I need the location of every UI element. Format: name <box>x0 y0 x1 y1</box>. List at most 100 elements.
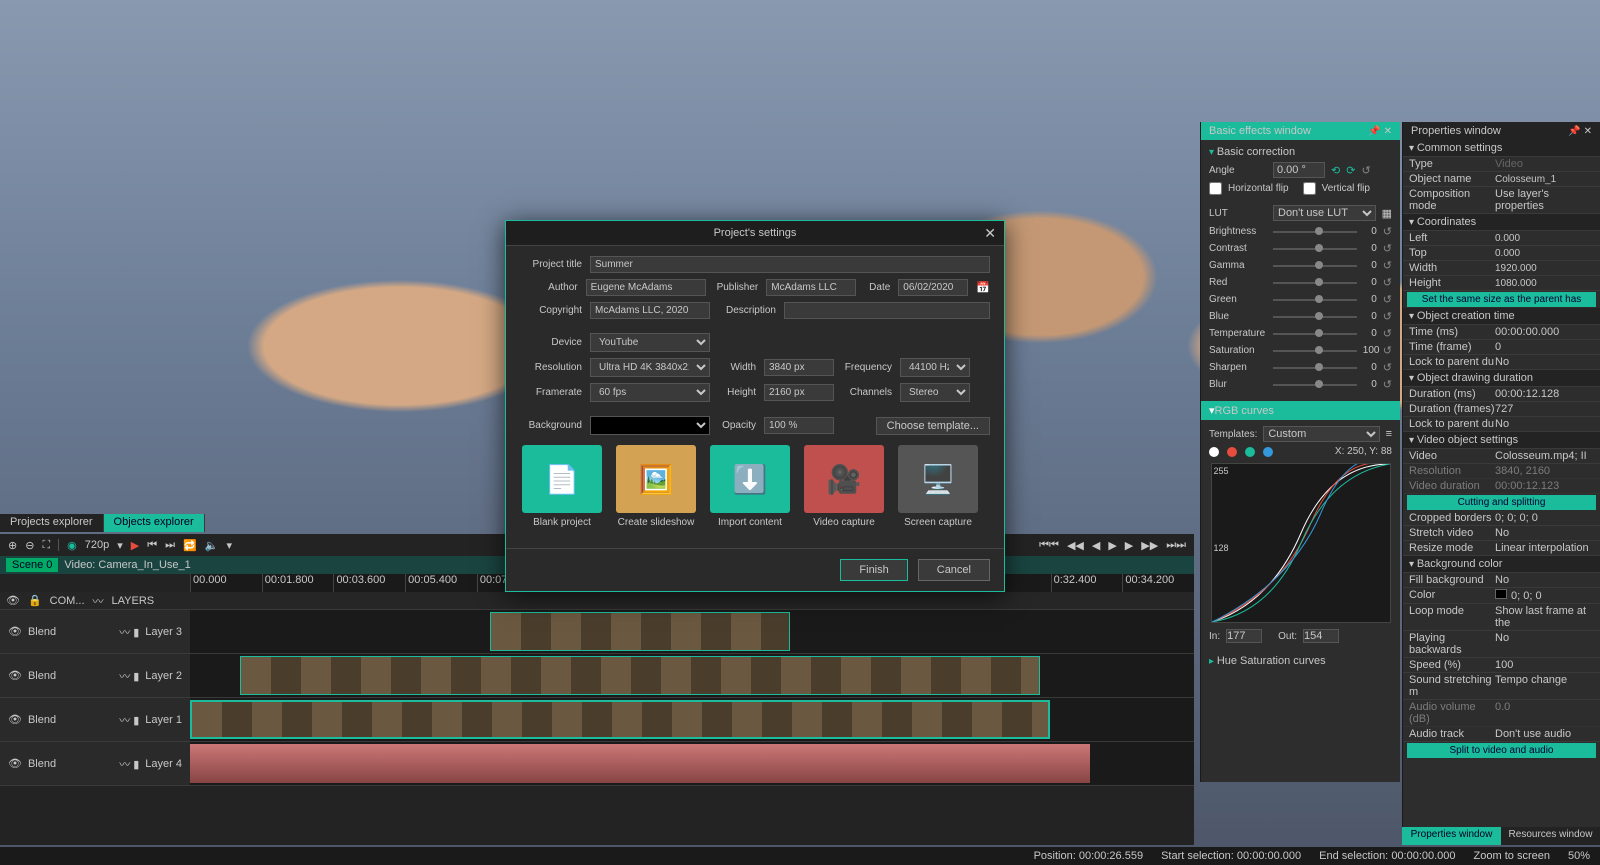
cutting-splitting-button[interactable]: Cutting and splitting <box>1407 495 1596 510</box>
opacity-input[interactable] <box>764 417 834 434</box>
reset-icon[interactable]: ↺ <box>1383 310 1392 323</box>
curves-template-select[interactable]: Custom <box>1263 426 1379 442</box>
date-input[interactable] <box>898 279 968 296</box>
zoom-in-icon[interactable]: ⊕ <box>8 539 17 552</box>
play-icon[interactable]: ▶ <box>131 539 139 552</box>
template-blank-project[interactable]: 📄Blank project <box>520 445 604 528</box>
track-content[interactable] <box>190 698 1194 741</box>
play-icon[interactable]: ▶ <box>1108 539 1116 552</box>
common-settings-group[interactable]: ▾ Common settings <box>1403 140 1600 157</box>
zoom-to-screen-button[interactable]: Zoom to screen <box>1474 850 1550 862</box>
eye-icon[interactable]: 👁 <box>8 625 22 638</box>
choose-template-button[interactable]: Choose template... <box>876 417 990 435</box>
volume-icon[interactable]: 🔈 <box>205 539 219 552</box>
save-icon[interactable]: ≡ <box>1386 428 1392 440</box>
channel-white-icon[interactable] <box>1209 447 1219 457</box>
reset-icon[interactable]: ↺ <box>1383 378 1392 391</box>
curve-in-input[interactable] <box>1226 629 1262 643</box>
description-input[interactable] <box>784 302 990 319</box>
cancel-button[interactable]: Cancel <box>918 559 990 581</box>
contrast-slider[interactable] <box>1273 248 1357 250</box>
track-com[interactable]: COM... <box>50 595 85 607</box>
width-input[interactable] <box>1495 262 1594 274</box>
track-content[interactable]: ost_2 <box>190 742 1194 785</box>
red-slider[interactable] <box>1273 282 1357 284</box>
framerate-select[interactable]: 60 fps <box>590 383 710 402</box>
tab-resources[interactable]: Resources window <box>1501 827 1600 845</box>
temperature-slider[interactable] <box>1273 333 1357 335</box>
gamma-slider[interactable] <box>1273 265 1357 267</box>
top-input[interactable] <box>1495 247 1594 259</box>
rotate-ccw-icon[interactable]: ⟲ <box>1331 164 1340 177</box>
eye-icon[interactable]: 👁 <box>8 757 22 770</box>
reset-icon[interactable]: ↺ <box>1383 293 1392 306</box>
sharpen-slider[interactable] <box>1273 367 1357 369</box>
video-object-group[interactable]: ▾ Video object settings <box>1403 432 1600 449</box>
drawing-duration-group[interactable]: ▾ Object drawing duration <box>1403 370 1600 387</box>
resolution-select[interactable]: Ultra HD 4K 3840x2160 pixels (16 <box>590 358 710 377</box>
track-content[interactable] <box>190 610 1194 653</box>
lut-icon[interactable]: ▦ <box>1382 207 1392 220</box>
reset-icon[interactable]: ↺ <box>1383 361 1392 374</box>
template-create-slideshow[interactable]: 🖼️Create slideshow <box>614 445 698 528</box>
zoom-value[interactable]: 50% <box>1568 850 1590 862</box>
rotate-cw-icon[interactable]: ⟳ <box>1346 164 1355 177</box>
hflip-checkbox[interactable] <box>1209 182 1222 195</box>
calendar-icon[interactable]: 📅 <box>976 281 990 294</box>
rgb-curves-header[interactable]: ▾ RGB curves <box>1201 401 1400 420</box>
channel-blue-icon[interactable] <box>1263 447 1273 457</box>
clip-label[interactable]: Video: Camera_In_Use_1 <box>64 559 190 571</box>
copyright-input[interactable] <box>590 302 710 319</box>
hue-saturation-section[interactable]: ▸ Hue Saturation curves <box>1209 653 1392 669</box>
reset-icon[interactable]: ↺ <box>1383 225 1392 238</box>
object-name-input[interactable] <box>1495 173 1594 185</box>
coordinates-group[interactable]: ▾ Coordinates <box>1403 214 1600 231</box>
eye-icon[interactable]: 👁 <box>8 669 22 682</box>
reset-icon[interactable]: ↺ <box>1383 344 1392 357</box>
tab-objects-explorer[interactable]: Objects explorer <box>104 514 205 532</box>
track-content[interactable] <box>190 654 1194 697</box>
saturation-slider[interactable] <box>1273 350 1357 352</box>
pin-icon[interactable]: 📌 ✕ <box>1368 126 1392 137</box>
author-input[interactable] <box>586 279 706 296</box>
angle-input[interactable] <box>1273 162 1325 178</box>
reset-icon[interactable]: ↺ <box>1383 242 1392 255</box>
scene-label[interactable]: Scene 0 <box>6 558 58 572</box>
blue-slider[interactable] <box>1273 316 1357 318</box>
eye-icon[interactable]: 👁 <box>8 713 22 726</box>
green-slider[interactable] <box>1273 299 1357 301</box>
left-input[interactable] <box>1495 232 1594 244</box>
template-screen-capture[interactable]: 🖥️Screen capture <box>896 445 980 528</box>
device-select[interactable]: YouTube <box>590 333 710 352</box>
dialog-close-icon[interactable]: ✕ <box>984 225 996 242</box>
publisher-input[interactable] <box>766 279 856 296</box>
background-select[interactable] <box>590 416 710 435</box>
pin-icon[interactable]: 📌 ✕ <box>1568 126 1592 137</box>
tab-projects-explorer[interactable]: Projects explorer <box>0 514 104 532</box>
split-video-audio-button[interactable]: Split to video and audio <box>1407 743 1596 758</box>
brightness-slider[interactable] <box>1273 231 1357 233</box>
loop-icon[interactable]: 🔁 <box>183 539 197 552</box>
rgb-curves-graph[interactable]: 255 128 <box>1211 463 1391 623</box>
zoom-out-icon[interactable]: ⊖ <box>25 539 34 552</box>
fit-icon[interactable]: ⛶ <box>42 539 50 552</box>
width-input[interactable] <box>764 359 834 376</box>
skip-start-icon[interactable]: ⏮⏮ <box>1039 539 1059 552</box>
next-frame-icon[interactable]: ▶▶ <box>1141 539 1158 552</box>
lut-select[interactable]: Don't use LUT <box>1273 205 1376 221</box>
creation-time-group[interactable]: ▾ Object creation time <box>1403 308 1600 325</box>
channels-select[interactable]: Stereo <box>900 383 970 402</box>
track-layers[interactable]: LAYERS <box>112 595 155 607</box>
blur-slider[interactable] <box>1273 384 1357 386</box>
template-import-content[interactable]: ⬇️Import content <box>708 445 792 528</box>
resolution-label[interactable]: 720p <box>85 539 109 551</box>
eye-icon[interactable]: 👁 <box>6 594 20 607</box>
channel-green-icon[interactable] <box>1245 447 1255 457</box>
step-fwd-icon[interactable]: ⏭ <box>165 539 175 552</box>
channel-red-icon[interactable] <box>1227 447 1237 457</box>
frequency-select[interactable]: 44100 Hz <box>900 358 970 377</box>
chevron-down-icon[interactable]: ▾ <box>117 539 123 552</box>
vflip-checkbox[interactable] <box>1303 182 1316 195</box>
height-input[interactable] <box>1495 277 1594 289</box>
tab-properties[interactable]: Properties window <box>1402 827 1501 845</box>
